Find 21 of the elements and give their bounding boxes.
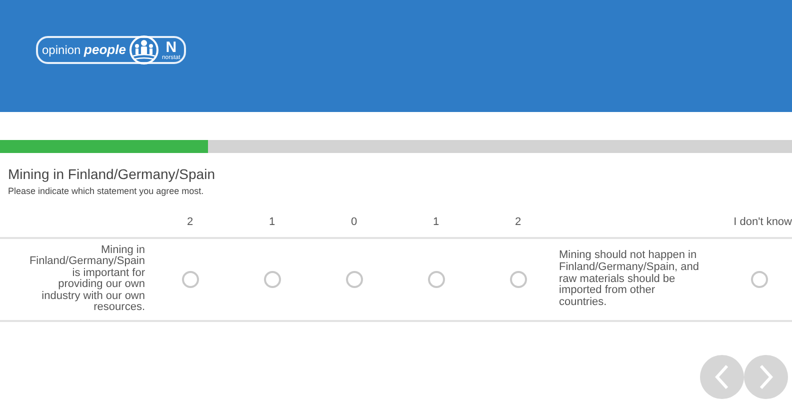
scale-label: 0 [313, 214, 395, 239]
radio-button[interactable] [428, 270, 444, 288]
statement-text: Mining should not happen in Finland/Germany/Spain, and raw materials should be imported from other countries. [559, 250, 700, 308]
brand-text: opinion people [42, 41, 126, 60]
people-globe-icon [128, 35, 159, 65]
chevron-left-icon [715, 364, 729, 389]
scale-label: 2 [477, 214, 559, 239]
question-instruction: Please indicate which statement you agree most. [8, 184, 205, 198]
radio-button[interactable] [751, 270, 768, 288]
question-title: Mining in Finland/Germany/Spain [8, 166, 216, 183]
scale-label: 1 [231, 214, 313, 239]
chevron-right-icon [759, 364, 773, 389]
statement-text: Mining in Finland/Germany/Spain is important for providing our own industry with our own resources. [29, 244, 146, 314]
scale-label: 1 [395, 214, 477, 239]
radio-button[interactable] [264, 270, 280, 288]
radio-button[interactable] [346, 270, 362, 288]
scale-label: 2 [149, 214, 231, 239]
column-header: I don't know [727, 214, 792, 239]
radio-button[interactable] [182, 270, 198, 288]
logo-letter: N [166, 40, 177, 54]
radio-button[interactable] [510, 270, 526, 288]
